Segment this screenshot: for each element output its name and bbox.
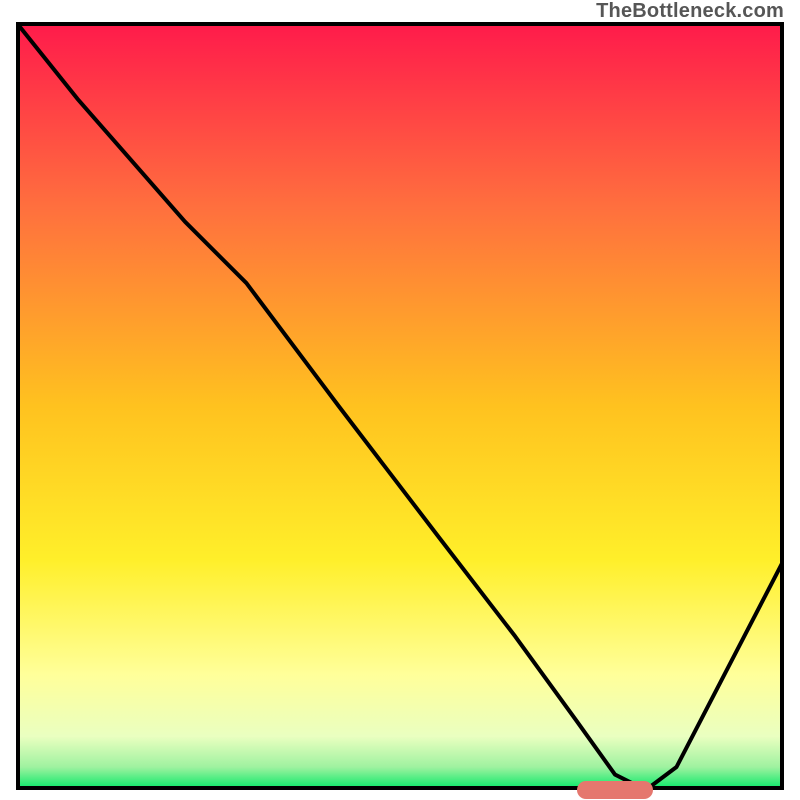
optimal-range-marker bbox=[577, 781, 654, 799]
chart-frame bbox=[16, 22, 784, 790]
watermark-text: TheBottleneck.com bbox=[596, 0, 784, 23]
